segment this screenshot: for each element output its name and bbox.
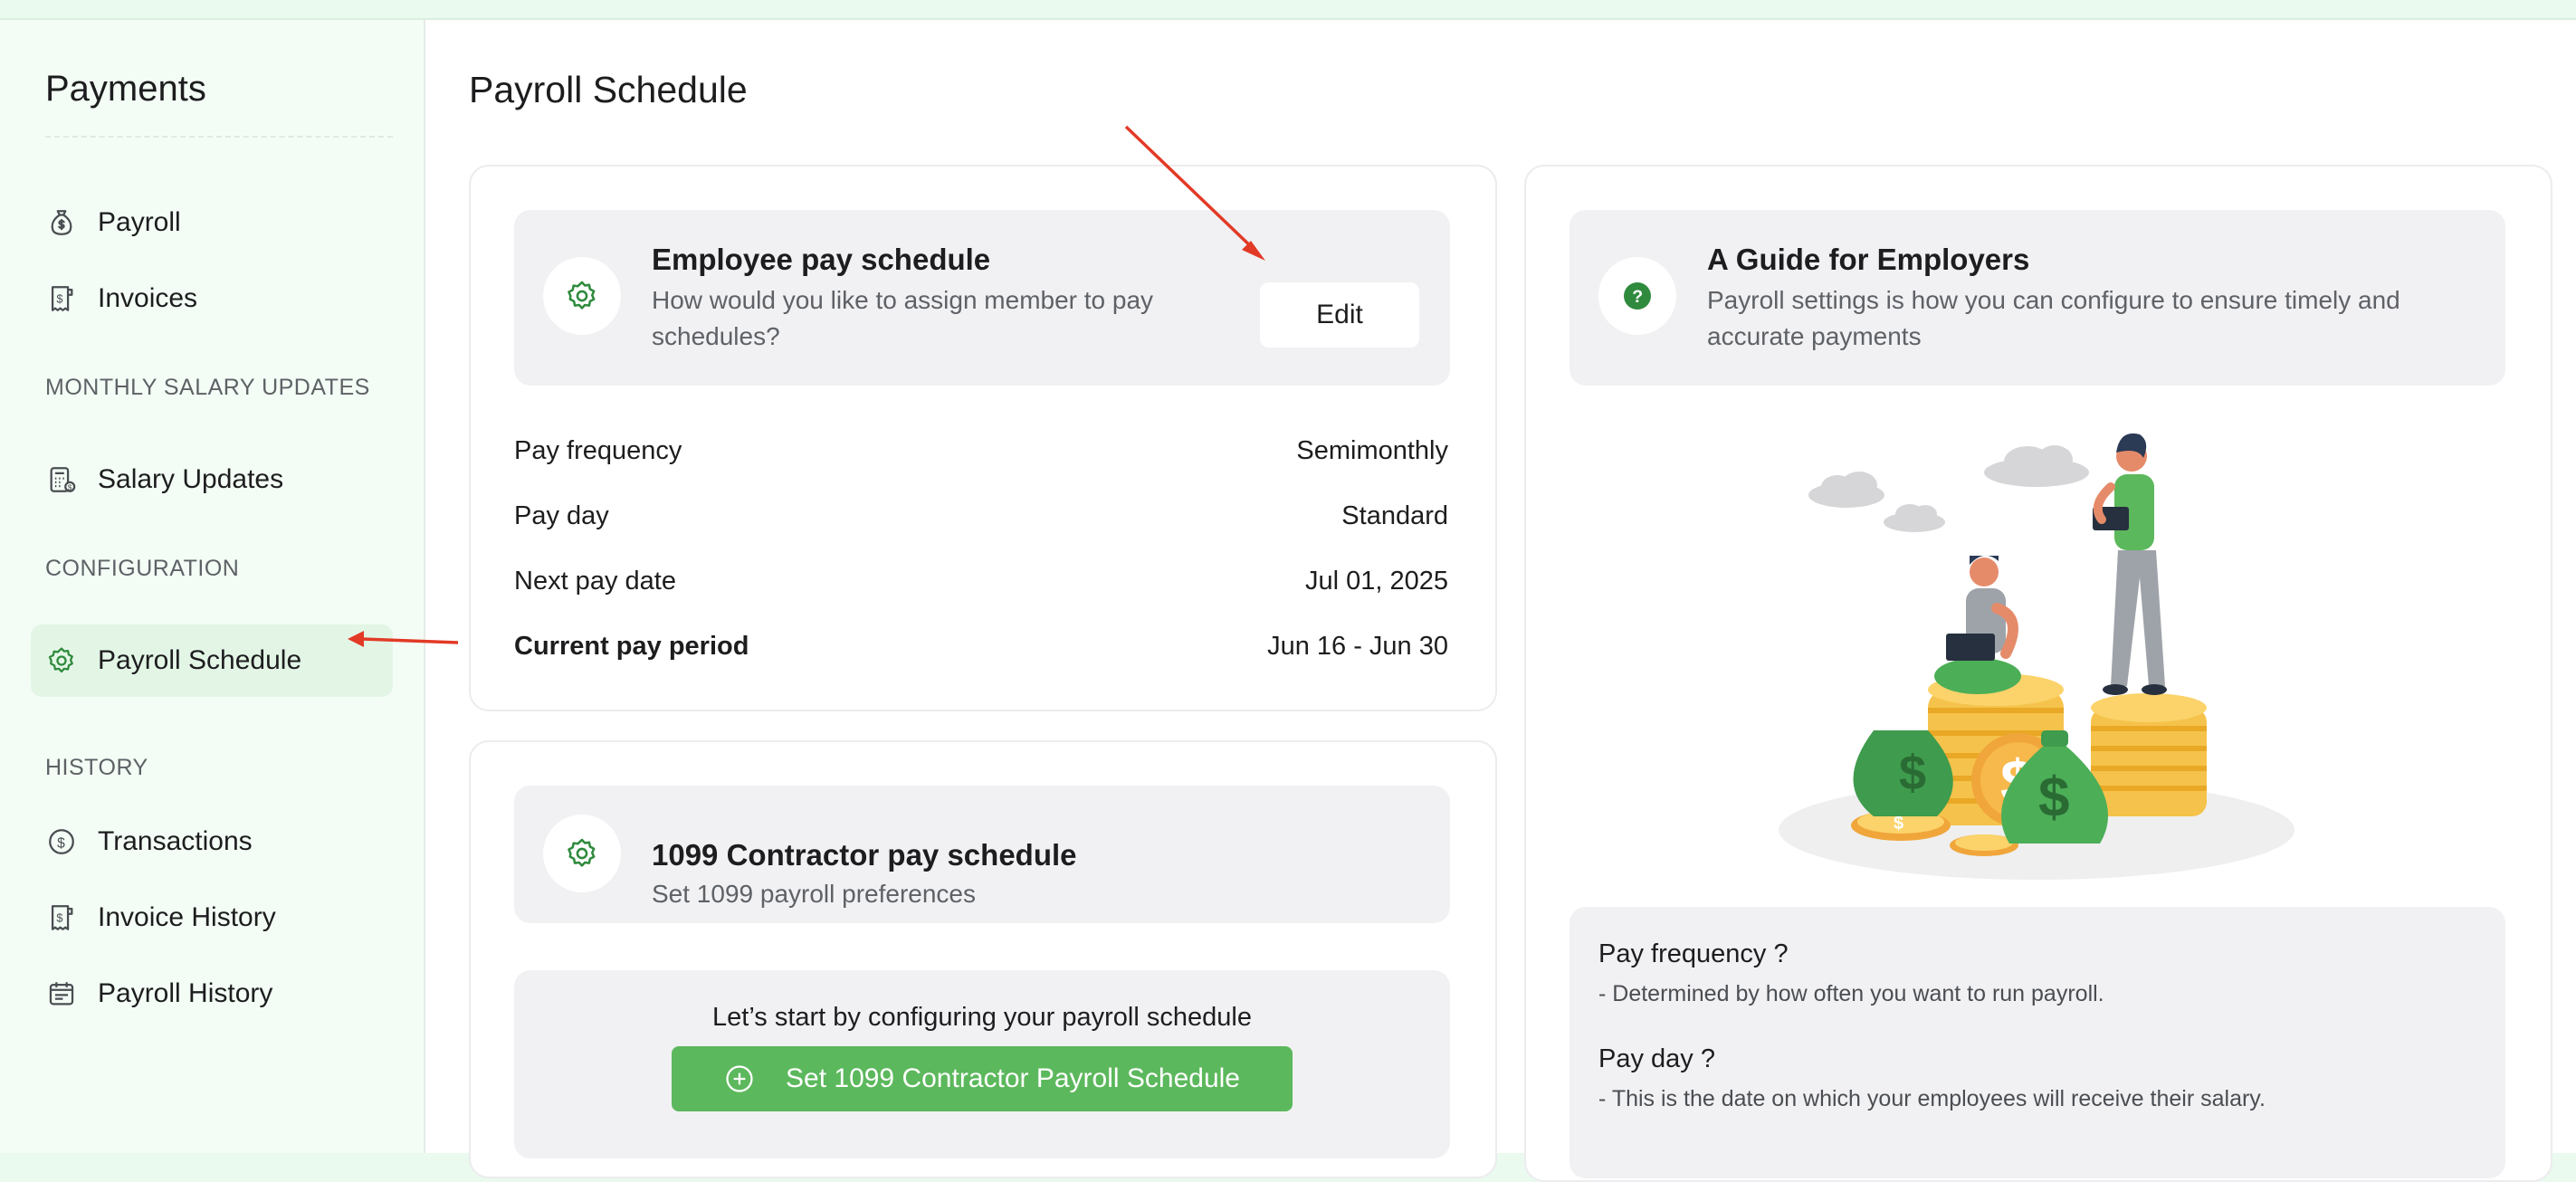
employee-pay-schedule-heading: Employee pay schedule (652, 243, 991, 276)
invoice-icon: $ (45, 901, 78, 934)
sidebar-item-invoices[interactable]: $ Invoices (31, 262, 393, 335)
employer-guide-heading: A Guide for Employers (1707, 243, 2030, 276)
employer-guide-subtext: Payroll settings is how you can configur… (1707, 286, 2400, 314)
faq-pay-day-answer: - This is the date on which your employe… (1598, 1086, 2266, 1111)
pay-frequency-label: Pay frequency (514, 436, 682, 465)
section-heading-configuration: CONFIGURATION (45, 556, 240, 581)
gear-icon (543, 815, 621, 892)
sidebar-item-payroll-history[interactable]: Payroll History (31, 958, 393, 1030)
sidebar-item-label: Payroll History (98, 978, 273, 1008)
dollar-circle-icon: $ (45, 825, 78, 858)
current-pay-period-label: Current pay period (514, 632, 749, 661)
sidebar-item-invoice-history[interactable]: $ Invoice History (31, 882, 393, 954)
app-window: Payments Payroll $ Invoices MONTHLY SALA… (0, 18, 2576, 1182)
calendar-list-icon (45, 977, 78, 1010)
contractor-pay-schedule-subtext: Set 1099 payroll preferences (652, 880, 976, 908)
gear-icon (543, 257, 621, 335)
svg-text:$: $ (56, 910, 62, 924)
svg-text:$: $ (56, 291, 62, 305)
faq-pay-day-question: Pay day ? (1598, 1044, 1715, 1073)
sidebar-item-label: Transactions (98, 826, 253, 856)
svg-text:$: $ (68, 482, 72, 491)
sidebar-item-payroll-schedule[interactable]: Payroll Schedule (31, 624, 393, 697)
svg-text:$: $ (2038, 767, 2069, 829)
edit-button[interactable]: Edit (1260, 282, 1419, 348)
sidebar-item-label: Payroll (98, 207, 181, 237)
faq-pay-frequency-answer: - Determined by how often you want to ru… (1598, 981, 2104, 1006)
sidebar-title: Payments (45, 69, 206, 109)
sidebar-item-label: Invoice History (98, 902, 276, 932)
plus-circle-icon (724, 1063, 755, 1094)
sidebar-item-label: Salary Updates (98, 464, 284, 494)
current-pay-period-value: Jun 16 - Jun 30 (1267, 632, 1448, 661)
pay-day-label: Pay day (514, 501, 609, 530)
svg-text:$: $ (1899, 746, 1926, 800)
sidebar: Payments Payroll $ Invoices MONTHLY SALA… (0, 20, 425, 1153)
page-title: Payroll Schedule (469, 69, 748, 110)
employer-guide-subtext-2: accurate payments (1707, 322, 1922, 350)
money-bag-icon (45, 206, 78, 239)
next-pay-date-value: Jul 01, 2025 (1304, 567, 1448, 596)
calculator-icon: $ (45, 463, 78, 496)
sidebar-item-transactions[interactable]: $ Transactions (31, 805, 393, 878)
sidebar-item-label: Invoices (98, 283, 198, 313)
payroll-illustration: $ $ $ $ (1779, 433, 2295, 880)
svg-text:$: $ (1894, 814, 1903, 834)
section-heading-monthly: MONTHLY SALARY UPDATES (45, 375, 370, 400)
gear-icon (45, 644, 78, 677)
sidebar-item-salary-updates[interactable]: $ Salary Updates (31, 443, 393, 516)
sidebar-item-label: Payroll Schedule (98, 645, 302, 675)
sidebar-divider (45, 136, 393, 138)
svg-text:?: ? (1632, 287, 1643, 307)
set-contractor-schedule-button[interactable]: Set 1099 Contractor Payroll Schedule (672, 1046, 1293, 1111)
section-heading-history: HISTORY (45, 755, 148, 780)
faq-pay-frequency-question: Pay frequency ? (1598, 939, 1789, 968)
employee-pay-schedule-subtext-2: schedules? (652, 322, 780, 350)
employee-pay-schedule-subtext: How would you like to assign member to p… (652, 286, 1154, 314)
invoice-icon: $ (45, 282, 78, 315)
sidebar-item-payroll[interactable]: Payroll (31, 186, 393, 259)
question-circle-icon: ? (1598, 257, 1676, 335)
pay-frequency-value: Semimonthly (1296, 436, 1448, 465)
set-contractor-schedule-label: Set 1099 Contractor Payroll Schedule (786, 1063, 1240, 1093)
pay-day-value: Standard (1341, 501, 1448, 530)
next-pay-date-label: Next pay date (514, 567, 676, 596)
contractor-pay-schedule-heading: 1099 Contractor pay schedule (652, 838, 1077, 872)
contractor-setup-prompt: Let’s start by configuring your payroll … (712, 1003, 1252, 1032)
svg-text:$: $ (57, 835, 65, 851)
